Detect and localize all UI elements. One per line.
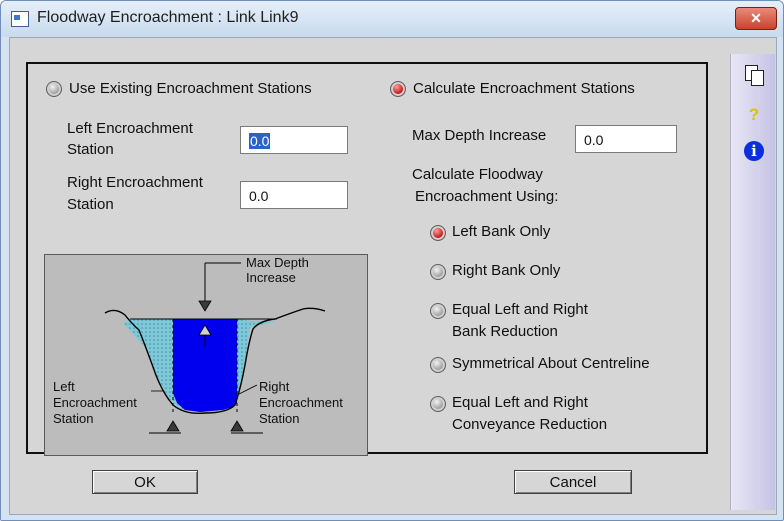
left-station-marker [166, 420, 180, 432]
left-station-input[interactable]: 0.0 [240, 126, 348, 154]
right-station-label-line2: Station [67, 196, 114, 213]
window-title: Floodway Encroachment : Link Link9 [37, 9, 299, 26]
equal-bank-reduction-radio[interactable] [430, 303, 446, 319]
calculate-label[interactable]: Calculate Encroachment Stations [413, 78, 635, 99]
max-depth-input[interactable]: 0.0 [575, 125, 677, 153]
right-bank-only-radio[interactable] [430, 264, 446, 280]
method-heading-line1: Calculate Floodway [412, 166, 543, 183]
max-depth-label: Max Depth Increase [412, 127, 547, 144]
equal-conveyance-reduction-label-line2[interactable]: Conveyance Reduction [452, 414, 607, 435]
equal-conveyance-reduction-radio[interactable] [430, 396, 446, 412]
right-station-input[interactable]: 0.0 [240, 181, 348, 209]
copy-icon[interactable] [743, 64, 765, 86]
diagram-max-depth-line1: Max Depth [246, 255, 309, 270]
method-heading-line2: Encroachment Using: [415, 188, 559, 205]
diagram-left-line3: Station [53, 411, 94, 426]
close-button[interactable]: ✕ [735, 7, 777, 30]
title-bar[interactable]: Floodway Encroachment : Link Link9 ✕ [1, 1, 783, 37]
diagram-right-line2: Encroachment [259, 395, 343, 410]
help-icon[interactable]: ? [743, 104, 765, 126]
calculate-radio[interactable] [390, 81, 406, 97]
equal-bank-reduction-label-line2[interactable]: Bank Reduction [452, 321, 558, 342]
app-icon [11, 11, 29, 27]
left-station-label-line1: Left Encroachment [67, 120, 193, 137]
max-depth-value: 0.0 [584, 132, 604, 148]
left-station-value: 0.0 [249, 133, 271, 149]
info-icon[interactable]: i [743, 140, 765, 162]
symmetrical-centreline-radio[interactable] [430, 357, 446, 373]
info-glyph: i [744, 141, 764, 161]
right-station-marker [230, 420, 244, 432]
diagram-left-line1: Left [53, 379, 75, 394]
symmetrical-centreline-label[interactable]: Symmetrical About Centreline [452, 353, 650, 374]
cancel-button[interactable]: Cancel [514, 470, 632, 494]
use-existing-label[interactable]: Use Existing Encroachment Stations [69, 78, 312, 99]
right-bank-only-label[interactable]: Right Bank Only [452, 260, 560, 281]
dialog-client-area: Use Existing Encroachment Stations Calcu… [9, 37, 777, 515]
diagram-max-depth-line2: Increase [246, 270, 296, 285]
left-bank-only-radio[interactable] [430, 225, 446, 241]
equal-conveyance-reduction-label-line1[interactable]: Equal Left and Right [452, 392, 588, 413]
side-toolbar: ? i [730, 54, 775, 510]
dialog-window: Floodway Encroachment : Link Link9 ✕ Use… [0, 0, 784, 521]
left-bank-only-label[interactable]: Left Bank Only [452, 221, 550, 242]
use-existing-radio[interactable] [46, 81, 62, 97]
encroachment-panel: Use Existing Encroachment Stations Calcu… [26, 62, 708, 456]
diagram-right-line3: Station [259, 411, 300, 426]
max-depth-down-arrow [198, 300, 212, 312]
diagram-right-line1: Right [259, 379, 290, 394]
left-station-label-line2: Station [67, 141, 114, 158]
right-station-label-line1: Right Encroachment [67, 174, 203, 191]
right-station-value: 0.0 [249, 188, 269, 204]
floodway-diagram: Max Depth Increase Left Encroachment Sta… [44, 254, 368, 456]
diagram-left-line2: Encroachment [53, 395, 137, 410]
ok-button[interactable]: OK [92, 470, 198, 494]
equal-bank-reduction-label-line1[interactable]: Equal Left and Right [452, 299, 588, 320]
